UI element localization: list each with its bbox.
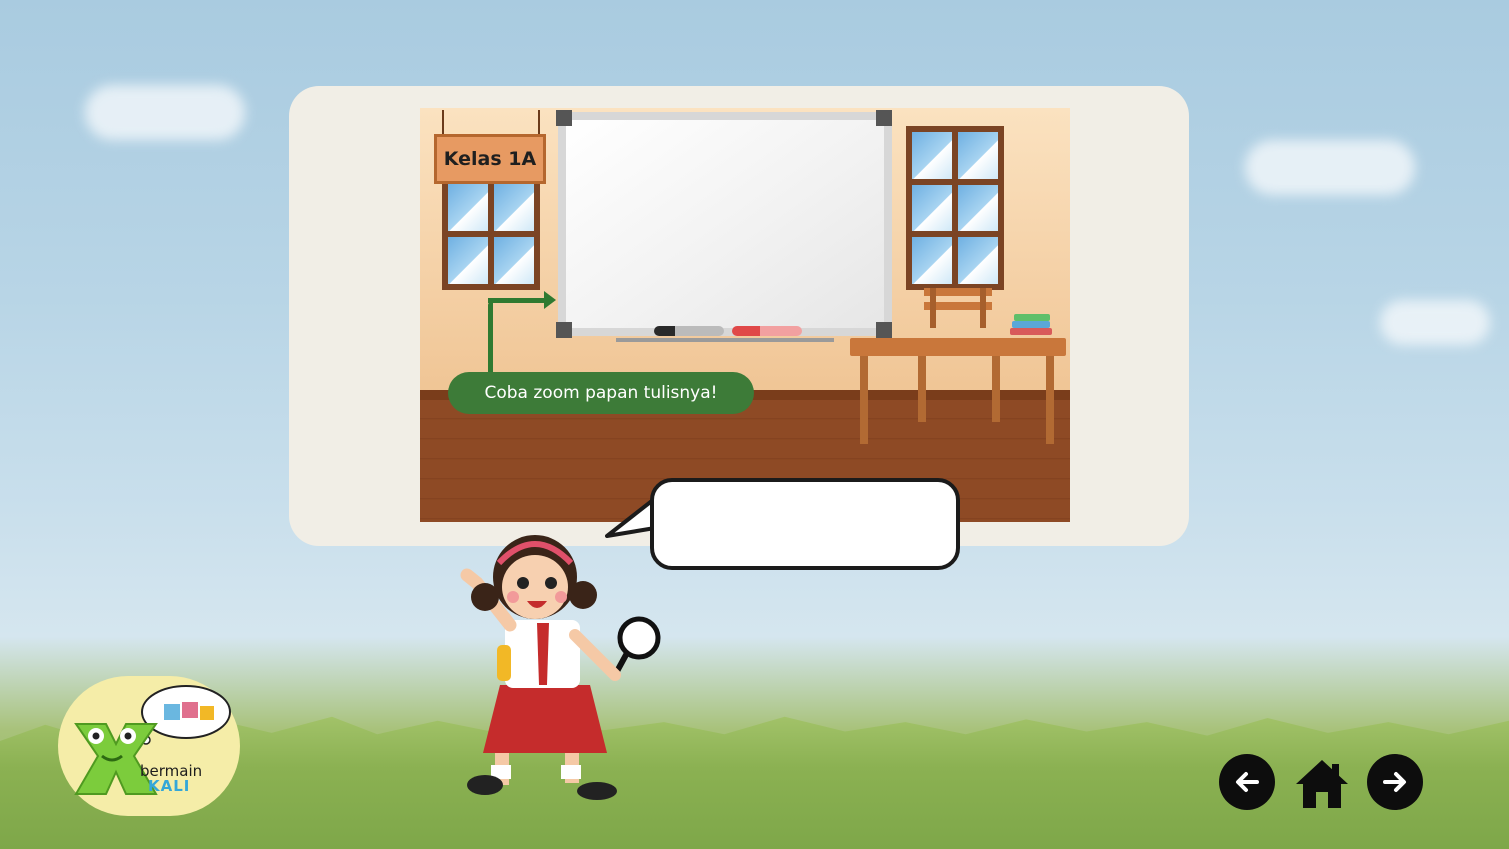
- zoom-hint: Coba zoom papan tulisnya!: [448, 372, 754, 414]
- board-corner: [876, 110, 892, 126]
- sign-string: [442, 110, 444, 134]
- next-button[interactable]: [1367, 754, 1423, 810]
- hint-arrow-head: [544, 291, 556, 309]
- whiteboard-surface[interactable]: [566, 120, 884, 328]
- classroom-scene: Kelas 1A Coba zoom papan tulisnya!: [420, 108, 1070, 522]
- class-sign: Kelas 1A: [434, 134, 546, 184]
- board-corner: [556, 322, 572, 338]
- hint-arrow: [488, 302, 493, 376]
- home-icon: [1296, 760, 1348, 808]
- cloud: [85, 85, 245, 140]
- hint-arrow: [488, 298, 548, 303]
- right-window: [906, 126, 1004, 290]
- board-corner: [556, 110, 572, 126]
- logo-text-kali: KALI: [148, 777, 191, 795]
- sign-string: [538, 110, 540, 134]
- left-window: [442, 178, 540, 290]
- board-corner: [876, 322, 892, 338]
- desk-leg: [1046, 356, 1054, 444]
- cloud: [1380, 300, 1490, 345]
- chair: [924, 288, 992, 328]
- desk: [850, 338, 1066, 356]
- marker-tray: [616, 338, 834, 342]
- book: [1012, 321, 1050, 328]
- arrow-left-icon: [1236, 772, 1259, 792]
- student-character: [460, 535, 661, 800]
- desk-leg: [992, 356, 1000, 422]
- arrow-right-icon: [1383, 772, 1406, 792]
- red-marker: [732, 326, 802, 336]
- cloud: [1245, 140, 1415, 195]
- back-button[interactable]: [1219, 754, 1275, 810]
- book: [1014, 314, 1050, 321]
- home-button[interactable]: [1294, 756, 1350, 812]
- book: [1010, 328, 1052, 335]
- desk-leg: [918, 356, 926, 422]
- desk-leg: [860, 356, 868, 444]
- speech-bubble: [650, 478, 960, 570]
- whiteboard[interactable]: [558, 112, 892, 336]
- black-marker: [654, 326, 724, 336]
